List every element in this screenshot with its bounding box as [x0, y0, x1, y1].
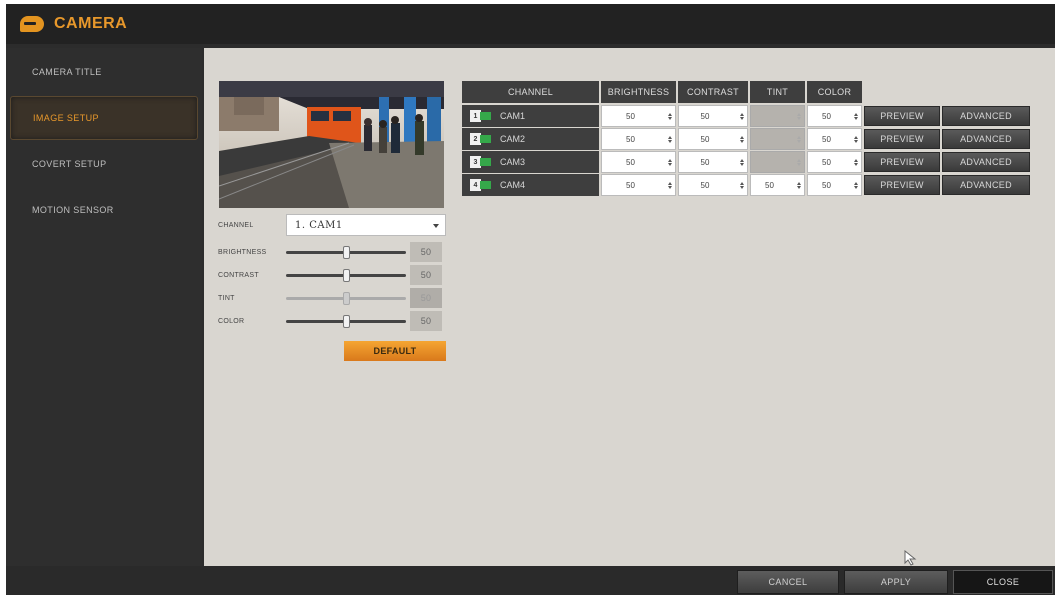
channel-name: CAM1 — [500, 111, 526, 121]
content-panel: CHANNEL 1. CAM1 BRIGHTNESS 50 CONTRAST 5… — [204, 48, 1055, 566]
spinner-arrows-icon — [794, 135, 804, 143]
contrast-spinner[interactable]: 50 — [678, 174, 748, 196]
mouse-cursor-icon — [904, 550, 917, 566]
spinner-arrows-icon — [851, 158, 861, 166]
tint-row: TINT 50 — [218, 287, 446, 309]
table-row-channel: 3 CAM3 — [462, 151, 599, 173]
advanced-button[interactable]: ADVANCED — [942, 175, 1030, 195]
chevron-down-icon — [433, 224, 439, 228]
column-header-brightness: BRIGHTNESS — [601, 81, 676, 103]
window-title: CAMERA — [54, 15, 128, 32]
channel-label: CHANNEL — [218, 221, 254, 229]
channel-name: CAM2 — [500, 134, 526, 144]
advanced-button[interactable]: ADVANCED — [942, 129, 1030, 149]
channel-name: CAM3 — [500, 157, 526, 167]
tint-spinner — [750, 128, 805, 150]
brightness-spinner[interactable]: 50 — [601, 174, 676, 196]
contrast-label: CONTRAST — [218, 271, 259, 279]
channel-select[interactable]: 1. CAM1 — [286, 214, 446, 236]
bottom-bar: CANCEL APPLY CLOSE — [6, 566, 1055, 595]
brightness-spinner[interactable]: 50 — [601, 151, 676, 173]
camera-icon: 2 — [470, 133, 492, 145]
sidebar-item-image-setup[interactable]: IMAGE SETUP — [10, 96, 198, 140]
column-header-contrast: CONTRAST — [678, 81, 748, 103]
camera-icon: 1 — [470, 110, 492, 122]
camera-icon: 4 — [470, 179, 492, 191]
spinner-arrows-icon — [665, 158, 675, 166]
brightness-label: BRIGHTNESS — [218, 248, 267, 256]
contrast-spinner[interactable]: 50 — [678, 128, 748, 150]
contrast-spinner[interactable]: 50 — [678, 151, 748, 173]
tint-spinner — [750, 105, 805, 127]
spinner-arrows-icon — [737, 135, 747, 143]
sidebar-item-covert-setup[interactable]: COVERT SETUP — [10, 142, 198, 186]
spinner-arrows-icon — [851, 181, 861, 189]
spinner-arrows-icon — [794, 112, 804, 120]
close-button[interactable]: CLOSE — [953, 570, 1053, 594]
contrast-row: CONTRAST 50 — [218, 264, 446, 286]
preview-button[interactable]: PREVIEW — [864, 106, 940, 126]
column-header-channel: CHANNEL — [462, 81, 599, 103]
camera-preview-image — [219, 81, 444, 208]
brightness-row: BRIGHTNESS 50 — [218, 241, 446, 263]
cancel-button[interactable]: CANCEL — [737, 570, 839, 594]
color-value: 50 — [410, 311, 442, 331]
spinner-arrows-icon — [794, 158, 804, 166]
tint-spinner — [750, 151, 805, 173]
table-row-channel: 1 CAM1 — [462, 105, 599, 127]
preview-button[interactable]: PREVIEW — [864, 152, 940, 172]
preview-button[interactable]: PREVIEW — [864, 129, 940, 149]
color-slider-handle[interactable] — [343, 314, 350, 328]
column-header-tint: TINT — [750, 81, 805, 103]
table-row-channel: 4 CAM4 — [462, 174, 599, 196]
contrast-slider-handle[interactable] — [343, 268, 350, 282]
preview-button[interactable]: PREVIEW — [864, 175, 940, 195]
contrast-spinner[interactable]: 50 — [678, 105, 748, 127]
column-header-color: COLOR — [807, 81, 862, 103]
spinner-arrows-icon — [737, 112, 747, 120]
advanced-button[interactable]: ADVANCED — [942, 106, 1030, 126]
camera-icon: 3 — [470, 156, 492, 168]
camera-menu-icon — [20, 16, 44, 32]
color-slider[interactable] — [286, 314, 406, 328]
brightness-slider-handle[interactable] — [343, 245, 350, 259]
spinner-arrows-icon — [737, 181, 747, 189]
brightness-value: 50 — [410, 242, 442, 262]
table-row-channel: 2 CAM2 — [462, 128, 599, 150]
advanced-button[interactable]: ADVANCED — [942, 152, 1030, 172]
contrast-value: 50 — [410, 265, 442, 285]
color-spinner[interactable]: 50 — [807, 128, 862, 150]
spinner-arrows-icon — [665, 135, 675, 143]
default-button[interactable]: DEFAULT — [344, 341, 446, 361]
color-spinner[interactable]: 50 — [807, 174, 862, 196]
channel-select-value: 1. CAM1 — [295, 219, 343, 231]
brightness-spinner[interactable]: 50 — [601, 128, 676, 150]
brightness-slider[interactable] — [286, 245, 406, 259]
sidebar: CAMERA TITLE IMAGE SETUP COVERT SETUP MO… — [6, 48, 202, 566]
apply-button[interactable]: APPLY — [844, 570, 948, 594]
spinner-arrows-icon — [665, 181, 675, 189]
tint-value: 50 — [410, 288, 442, 308]
sidebar-item-camera-title[interactable]: CAMERA TITLE — [10, 50, 198, 94]
spinner-arrows-icon — [851, 112, 861, 120]
color-spinner[interactable]: 50 — [807, 105, 862, 127]
camera-window: CAMERA CAMERA TITLE IMAGE SETUP COVERT S… — [6, 4, 1055, 595]
channel-name: CAM4 — [500, 180, 526, 190]
spinner-arrows-icon — [737, 158, 747, 166]
spinner-arrows-icon — [851, 135, 861, 143]
tint-spinner[interactable]: 50 — [750, 174, 805, 196]
color-row: COLOR 50 — [218, 310, 446, 332]
color-label: COLOR — [218, 317, 245, 325]
tint-label: TINT — [218, 294, 235, 302]
brightness-spinner[interactable]: 50 — [601, 105, 676, 127]
spinner-arrows-icon — [665, 112, 675, 120]
spinner-arrows-icon — [794, 181, 804, 189]
tint-slider-handle — [343, 291, 350, 305]
color-spinner[interactable]: 50 — [807, 151, 862, 173]
sidebar-item-motion-sensor[interactable]: MOTION SENSOR — [10, 188, 198, 232]
tint-slider — [286, 291, 406, 305]
contrast-slider[interactable] — [286, 268, 406, 282]
title-bar: CAMERA — [6, 4, 1055, 44]
